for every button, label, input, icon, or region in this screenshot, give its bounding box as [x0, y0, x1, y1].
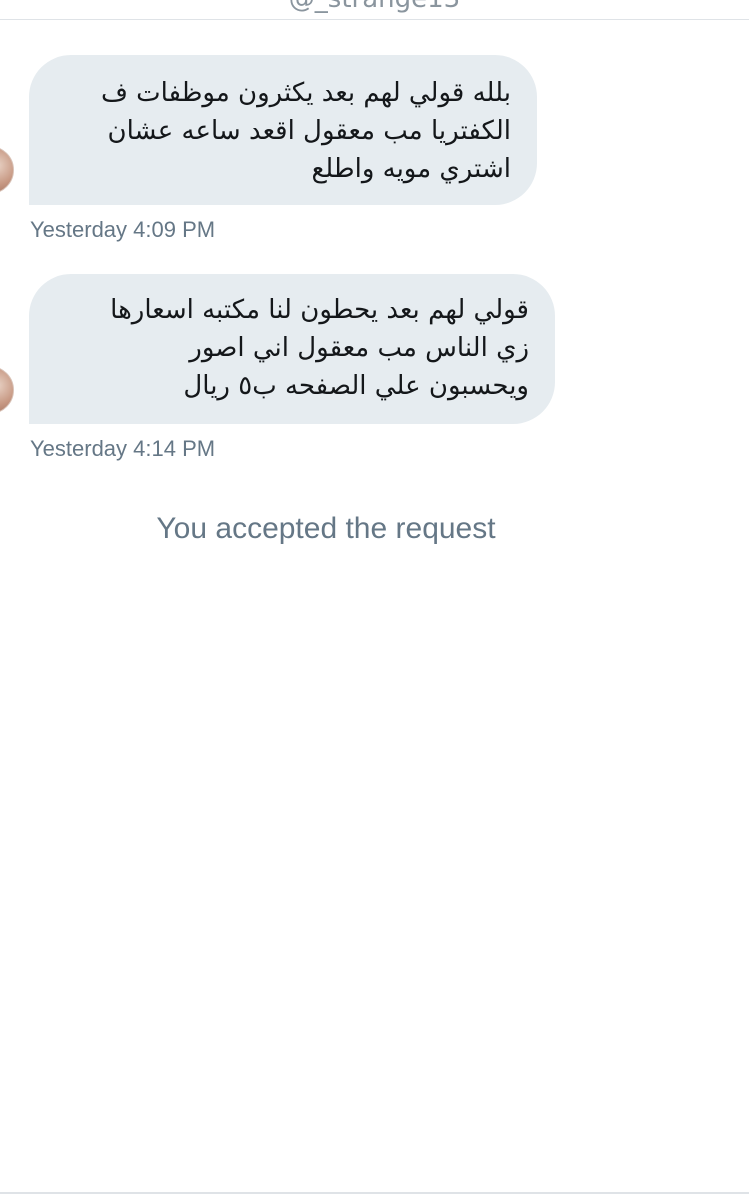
- message-text-line: الكفتريا مب معقول اقعد ساعه عشان: [107, 116, 511, 146]
- sender-avatar[interactable]: [0, 366, 14, 414]
- header-divider: [0, 19, 749, 20]
- sender-avatar[interactable]: [0, 146, 14, 194]
- message-text-line: بلله قولي لهم بعد يكثرون موظفات ف: [100, 78, 511, 108]
- message-timestamp: Yesterday 4:09 PM: [30, 217, 216, 242]
- message-text-line: زي الناس مب معقول اني اصور: [189, 333, 529, 363]
- request-accepted-note: You accepted the request: [156, 512, 496, 545]
- message-text-line: ويحسبون علي الصفحه ب٥ ريال: [183, 371, 529, 401]
- message-bubble[interactable]: بلله قولي لهم بعد يكثرون موظفات ف الكفتر…: [29, 55, 537, 205]
- composer-divider: [0, 1192, 749, 1194]
- message-text-line: اشتري مويه واطلع: [311, 154, 511, 184]
- conversation-handle[interactable]: @_strange13: [0, 0, 749, 14]
- message-timestamp: Yesterday 4:14 PM: [30, 436, 216, 461]
- message-bubble[interactable]: قولي لهم بعد يحطون لنا مكتبه اسعارها زي …: [29, 274, 555, 424]
- message-text-line: قولي لهم بعد يحطون لنا مكتبه اسعارها: [110, 295, 529, 325]
